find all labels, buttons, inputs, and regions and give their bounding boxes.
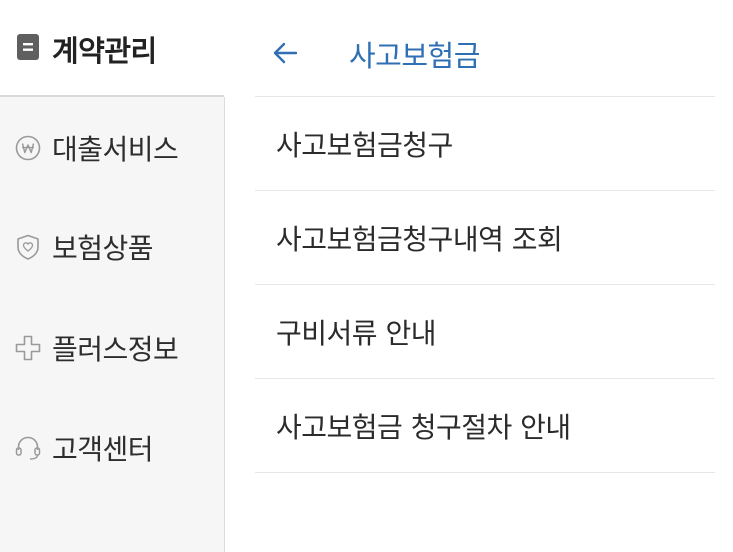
plus-outline-icon xyxy=(15,335,41,361)
menu-item-label: 사고보험금청구내역 조회 xyxy=(276,222,563,256)
sidebar-menu: 대출서비스 보험상품 플러스정보 고객센터 xyxy=(0,97,225,552)
sidebar-item-label: 플러스정보 xyxy=(52,333,179,366)
sidebar-header: 계약관리 xyxy=(0,0,224,97)
shield-heart-icon xyxy=(17,234,39,260)
headset-icon xyxy=(15,436,41,460)
sidebar-item-label: 고객센터 xyxy=(52,433,154,466)
sidebar: 계약관리 대출서비스 보험상품 플러스정보 고객센터 xyxy=(0,0,225,552)
page-title: 사고보험금 xyxy=(349,39,480,73)
won-coin-icon xyxy=(15,135,41,161)
main-header: 사고보험금 xyxy=(255,0,715,97)
menu-item-required-documents[interactable]: 구비서류 안내 xyxy=(255,285,715,379)
main-panel: 사고보험금 사고보험금청구 사고보험금청구내역 조회 구비서류 안내 사고보험금… xyxy=(225,0,733,552)
menu-list: 사고보험금청구 사고보험금청구내역 조회 구비서류 안내 사고보험금 청구절차 … xyxy=(255,97,715,473)
menu-item-claim-procedure[interactable]: 사고보험금 청구절차 안내 xyxy=(255,379,715,473)
sidebar-title: 계약관리 xyxy=(52,34,157,68)
menu-item-label: 사고보험금 청구절차 안내 xyxy=(276,410,571,444)
document-icon xyxy=(17,34,39,60)
sidebar-item-customer-center[interactable]: 고객센터 xyxy=(0,418,224,478)
sidebar-item-plus-info[interactable]: 플러스정보 xyxy=(0,318,224,378)
menu-item-claim-history[interactable]: 사고보험금청구내역 조회 xyxy=(255,191,715,285)
menu-item-label: 구비서류 안내 xyxy=(276,316,436,350)
sidebar-item-loan-service[interactable]: 대출서비스 xyxy=(0,118,224,178)
menu-item-label: 사고보험금청구 xyxy=(276,128,453,162)
sidebar-item-label: 대출서비스 xyxy=(52,133,179,166)
arrow-left-icon[interactable] xyxy=(271,38,301,68)
sidebar-item-insurance-products[interactable]: 보험상품 xyxy=(0,217,224,277)
menu-item-claim[interactable]: 사고보험금청구 xyxy=(255,97,715,191)
sidebar-item-label: 보험상품 xyxy=(52,232,154,265)
